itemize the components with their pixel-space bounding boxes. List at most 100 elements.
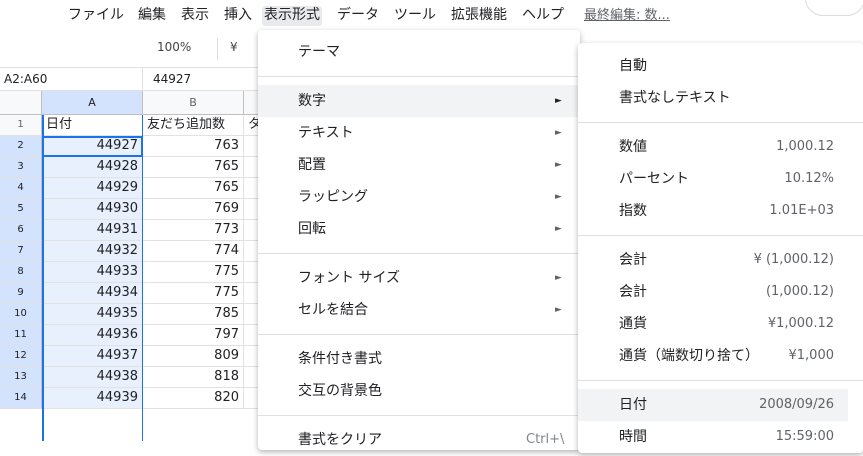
menu-tools[interactable]: ツール — [392, 6, 438, 26]
cell-date[interactable]: 44928 — [42, 157, 143, 178]
cell-date[interactable]: 44938 — [42, 367, 143, 388]
cell-friend-count[interactable]: 785 — [143, 304, 244, 325]
format-menu-text[interactable]: テキスト ► — [258, 117, 580, 149]
number-format-plain-text[interactable]: 書式なしテキスト — [578, 82, 848, 114]
number-format-financial[interactable]: 会計 (1,000.12) — [578, 276, 848, 308]
menu-format[interactable]: 表示形式 — [262, 6, 322, 26]
cell-friend-count[interactable]: 820 — [143, 388, 244, 409]
number-format-submenu: 自動 書式なしテキスト 数値 1,000.12 パーセント 10.12% 指数 1.0… — [578, 43, 863, 453]
cell-empty[interactable] — [244, 304, 258, 325]
cell-friend-count[interactable]: 818 — [143, 367, 244, 388]
cell-friend-count[interactable]: 797 — [143, 325, 244, 346]
format-menu-alignment[interactable]: 配置 ► — [258, 149, 580, 181]
zoom-select[interactable]: 100% — [157, 40, 191, 54]
number-format-currency-rounded[interactable]: 通貨（端数切り捨て） ¥1,000 — [578, 340, 848, 372]
name-box[interactable]: A2:A60 — [4, 72, 47, 86]
cell-empty[interactable] — [244, 157, 258, 178]
cell-friend-count[interactable]: 765 — [143, 157, 244, 178]
cell-date[interactable]: 44927 — [42, 136, 143, 157]
format-menu-font-size[interactable]: フォント サイズ ► — [258, 262, 580, 294]
menu-insert[interactable]: 挿入 — [222, 6, 254, 26]
cell-empty[interactable] — [244, 220, 258, 241]
cell-date[interactable]: 44933 — [42, 262, 143, 283]
menu-divider — [258, 415, 580, 416]
cell-empty[interactable] — [244, 346, 258, 367]
row-header[interactable]: 11 — [0, 325, 42, 346]
row-header[interactable]: 3 — [0, 157, 42, 178]
cell-friend-count[interactable]: 769 — [143, 199, 244, 220]
format-menu-rotation[interactable]: 回転 ► — [258, 213, 580, 245]
cell-c1[interactable]: タ — [244, 115, 258, 136]
cell-empty[interactable] — [244, 178, 258, 199]
row-header[interactable]: 6 — [0, 220, 42, 241]
number-format-percent[interactable]: パーセント 10.12% — [578, 163, 848, 195]
row-header[interactable]: 7 — [0, 241, 42, 262]
currency-format-button[interactable]: ¥ — [230, 40, 238, 54]
row-header[interactable]: 8 — [0, 262, 42, 283]
column-header-a[interactable]: A — [42, 91, 143, 115]
menu-file[interactable]: ファイル — [66, 6, 126, 26]
cell-empty[interactable] — [244, 199, 258, 220]
number-format-accounting[interactable]: 会計 ¥ (1,000.12) — [578, 244, 848, 276]
cell-empty[interactable] — [244, 241, 258, 262]
cell-date[interactable]: 44934 — [42, 283, 143, 304]
format-menu-wrapping[interactable]: ラッピング ► — [258, 181, 580, 213]
cell-friend-count[interactable]: 809 — [143, 346, 244, 367]
menu-help[interactable]: ヘルプ — [520, 6, 566, 26]
format-menu-number[interactable]: 数字 ► — [258, 85, 580, 117]
number-format-scientific[interactable]: 指数 1.01E+03 — [578, 195, 848, 227]
row-header[interactable]: 10 — [0, 304, 42, 325]
number-format-date[interactable]: 日付 2008/09/26 — [578, 389, 848, 421]
cell-empty[interactable] — [244, 283, 258, 304]
cell-empty[interactable] — [244, 262, 258, 283]
cell-a1[interactable]: 日付 — [42, 115, 143, 136]
cell-friend-count[interactable]: 763 — [143, 136, 244, 157]
column-header-c[interactable] — [244, 91, 258, 115]
format-menu-clear[interactable]: 書式をクリア Ctrl+\ — [258, 424, 580, 456]
cell-date[interactable]: 44935 — [42, 304, 143, 325]
row-header[interactable]: 4 — [0, 178, 42, 199]
format-menu-merge-cells[interactable]: セルを結合 ► — [258, 294, 580, 326]
row-header[interactable]: 12 — [0, 346, 42, 367]
cell-empty[interactable] — [244, 136, 258, 157]
row-header[interactable]: 1 — [0, 115, 42, 136]
corner-header[interactable] — [0, 91, 42, 115]
cell-empty[interactable] — [244, 367, 258, 388]
last-edit-link[interactable]: 最終編集: 数... — [584, 4, 670, 23]
format-menu-theme-label: テーマ — [298, 44, 340, 60]
format-menu-conditional[interactable]: 条件付き書式 — [258, 343, 580, 375]
formula-input[interactable]: 44927 — [153, 72, 191, 86]
menu-extensions[interactable]: 拡張機能 — [449, 6, 509, 26]
number-format-automatic[interactable]: 自動 — [578, 50, 848, 82]
number-format-number[interactable]: 数値 1,000.12 — [578, 131, 848, 163]
cell-b1[interactable]: 友だち追加数 — [143, 115, 244, 136]
cell-date[interactable]: 44937 — [42, 346, 143, 367]
cell-friend-count[interactable]: 773 — [143, 220, 244, 241]
cell-date[interactable]: 44939 — [42, 388, 143, 409]
cell-empty[interactable] — [244, 388, 258, 409]
row-header[interactable]: 9 — [0, 283, 42, 304]
cell-date[interactable]: 44936 — [42, 325, 143, 346]
cell-date[interactable]: 44930 — [42, 199, 143, 220]
row-header[interactable]: 14 — [0, 388, 42, 409]
format-menu-alternating[interactable]: 交互の背景色 — [258, 375, 580, 407]
cell-date[interactable]: 44932 — [42, 241, 143, 262]
number-format-time[interactable]: 時間 15:59:00 — [578, 421, 848, 453]
column-header-b[interactable]: B — [143, 91, 244, 115]
cell-friend-count[interactable]: 775 — [143, 283, 244, 304]
menu-edit[interactable]: 編集 — [136, 6, 168, 26]
row-header[interactable]: 2 — [0, 136, 42, 157]
number-format-currency[interactable]: 通貨 ¥1,000.12 — [578, 308, 848, 340]
menu-view[interactable]: 表示 — [179, 6, 211, 26]
menu-data[interactable]: データ — [335, 6, 381, 26]
cell-friend-count[interactable]: 774 — [143, 241, 244, 262]
cell-date[interactable]: 44929 — [42, 178, 143, 199]
cell-empty[interactable] — [244, 325, 258, 346]
row-header[interactable]: 13 — [0, 367, 42, 388]
format-menu-theme[interactable]: テーマ — [258, 36, 580, 68]
cell-friend-count[interactable]: 775 — [143, 262, 244, 283]
cell-friend-count[interactable]: 765 — [143, 178, 244, 199]
row-header[interactable]: 5 — [0, 199, 42, 220]
cell-date[interactable]: 44931 — [42, 220, 143, 241]
share-button[interactable] — [805, 0, 863, 16]
